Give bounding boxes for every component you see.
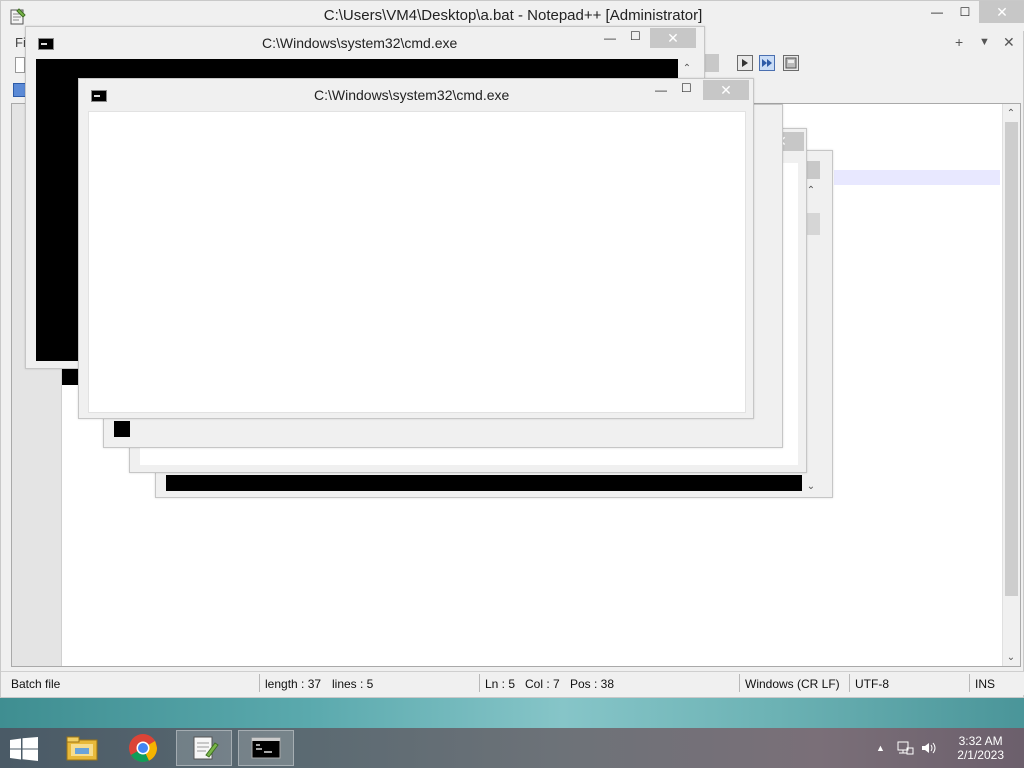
window-title: C:\Users\VM4\Desktop\a.bat - Notepad++ [… <box>323 7 703 24</box>
cmd-icon <box>91 90 107 102</box>
taskbar-chrome[interactable] <box>115 730 171 766</box>
status-bar: Batch file length : 37 lines : 5 Ln : 5 … <box>1 671 1024 695</box>
notepad-plus-plus-icon <box>193 736 219 760</box>
status-lines: lines : 5 <box>332 677 374 691</box>
minimize-button[interactable]: — <box>923 1 951 23</box>
fast-forward-icon <box>762 59 772 67</box>
cmd-window-front[interactable]: C:\Windows\system32\cmd.exe — ☐ ✕ <box>78 78 754 419</box>
status-column: Col : 7 <box>525 677 560 691</box>
tab-close-button[interactable]: ✕ <box>1003 34 1015 51</box>
status-line-number: Ln : 5 <box>485 677 516 691</box>
status-encoding[interactable]: UTF-8 <box>855 677 889 691</box>
close-button[interactable]: ✕ <box>703 80 749 100</box>
show-hidden-icons-button[interactable]: ▲ <box>876 728 885 768</box>
close-button[interactable]: ✕ <box>979 1 1024 23</box>
folder-icon <box>66 736 98 761</box>
clock-time: 3:32 AM <box>958 734 1003 748</box>
chrome-icon <box>129 734 157 762</box>
play-macro-icon[interactable] <box>737 55 753 71</box>
scrollbar-thumb[interactable] <box>806 161 820 179</box>
current-line-highlight <box>834 170 1000 185</box>
scrollbar-thumb[interactable] <box>1005 122 1018 596</box>
cmd-console-fragment <box>62 369 78 385</box>
maximize-button[interactable]: ☐ <box>681 81 692 95</box>
cmd-window-title: C:\Windows\system32\cmd.exe <box>262 35 458 51</box>
minimize-button[interactable]: — <box>655 83 667 97</box>
windows-logo-icon <box>10 737 38 761</box>
status-position: Pos : 38 <box>570 677 615 691</box>
clock-date: 2/1/2023 <box>957 748 1004 762</box>
minimize-button[interactable]: — <box>604 31 616 45</box>
new-file-icon[interactable] <box>15 57 25 73</box>
taskbar-clock[interactable]: 3:32 AM 2/1/2023 <box>957 734 1004 762</box>
status-eol[interactable]: Windows (CR LF) <box>745 677 840 691</box>
tray-network[interactable] <box>896 728 914 768</box>
scroll-down-icon[interactable]: ⌄ <box>1002 648 1020 666</box>
cmd-window-title: C:\Windows\system32\cmd.exe <box>314 87 510 103</box>
status-length: length : 37 <box>265 677 322 691</box>
status-divider <box>479 674 480 692</box>
run-macro-multiple-icon[interactable] <box>759 55 775 71</box>
status-divider <box>739 674 740 692</box>
scrollbar-thumb[interactable] <box>806 213 820 235</box>
taskbar-command-prompt[interactable] <box>238 730 294 766</box>
command-prompt-icon <box>251 737 281 759</box>
maximize-button[interactable]: ☐ <box>951 1 979 23</box>
maximize-button[interactable]: ☐ <box>630 29 641 43</box>
status-file-type: Batch file <box>11 677 61 691</box>
status-divider <box>259 674 260 692</box>
cmd-console-area <box>114 421 130 437</box>
taskbar-file-explorer[interactable] <box>54 730 110 766</box>
status-divider <box>849 674 850 692</box>
speaker-icon <box>922 742 936 754</box>
add-tab-button[interactable]: + <box>955 34 963 50</box>
cmd-console-area[interactable] <box>88 111 746 413</box>
close-button[interactable]: ✕ <box>650 28 696 48</box>
start-button[interactable] <box>10 737 38 761</box>
taskbar: ▲ 3:32 AM 2/1/2023 <box>0 728 1024 768</box>
network-icon <box>897 741 914 755</box>
cmd-console-area <box>166 475 808 491</box>
scroll-up-icon[interactable]: ⌃ <box>1002 104 1020 122</box>
tab-list-button[interactable]: ▼ <box>979 36 990 48</box>
save-macro-icon[interactable] <box>783 55 799 71</box>
editor-vertical-scrollbar[interactable]: ⌃ ⌄ <box>1002 104 1020 666</box>
cmd-icon <box>38 38 54 50</box>
taskbar-notepad-plus-plus[interactable] <box>176 730 232 766</box>
scroll-up-icon[interactable]: ⌃ <box>678 59 696 77</box>
macro-save-icon <box>785 57 797 69</box>
tray-volume[interactable] <box>920 728 938 768</box>
status-insert-mode: INS <box>975 677 996 691</box>
status-divider <box>969 674 970 692</box>
desktop-background <box>0 698 1024 728</box>
play-icon <box>742 59 748 67</box>
scroll-down-icon[interactable]: ⌄ <box>802 477 820 495</box>
